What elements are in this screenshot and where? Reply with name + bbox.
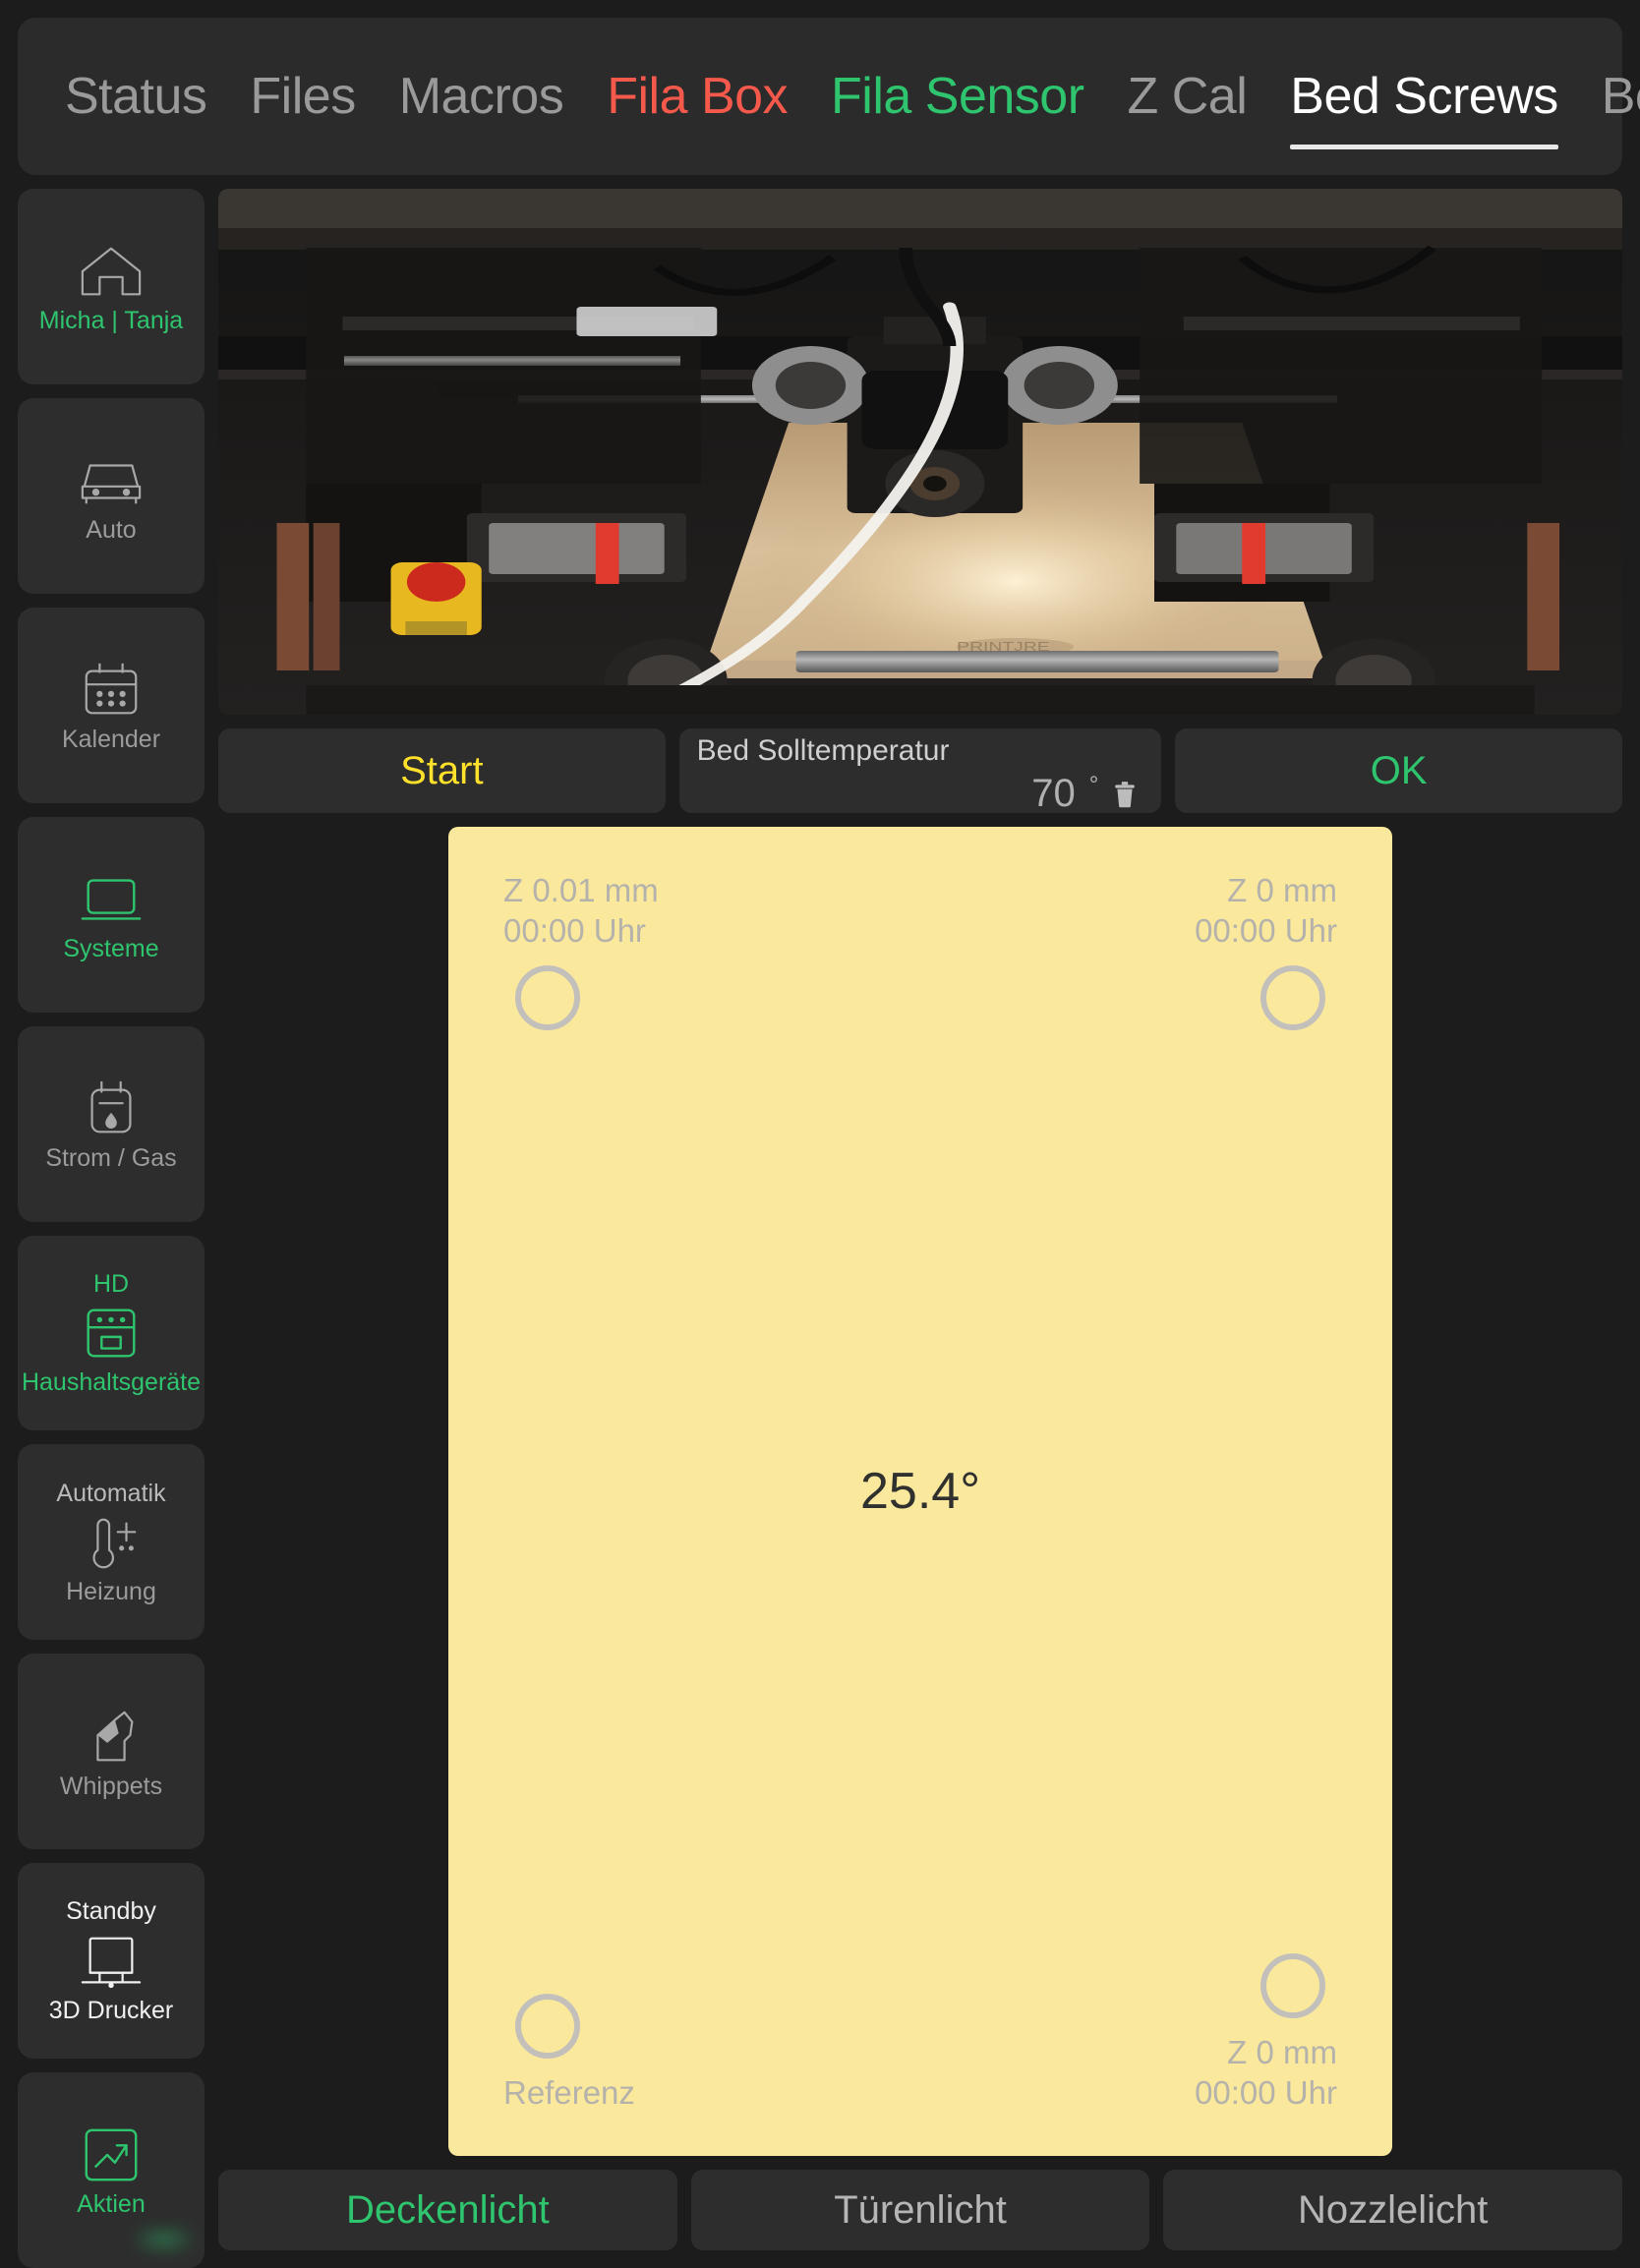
tab-fila-sensor[interactable]: Fila Sensor [809, 71, 1106, 122]
sidebar: Micha | Tanja Auto Kalender Systeme Stro… [18, 189, 205, 2268]
sidebar-label-heizung: Heizung [66, 1577, 156, 1605]
bed-screw-bottom-left-z: Referenz [503, 2073, 635, 2111]
tab-bed-mesh[interactable]: Bed Mesh [1580, 71, 1640, 122]
tab-macros[interactable]: Macros [378, 71, 585, 122]
bed-screws-pad[interactable]: Z 0.01 mm 00:00 Uhr Z 0 mm 00:00 Uhr Ref… [448, 827, 1392, 2156]
home-icon [73, 239, 149, 304]
bed-screws-pad-wrapper: Z 0.01 mm 00:00 Uhr Z 0 mm 00:00 Uhr Ref… [218, 827, 1622, 2156]
tab-fila-box[interactable]: Fila Box [585, 71, 809, 122]
redacted-overlay [134, 2225, 195, 2255]
car-icon [73, 448, 149, 513]
bed-screw-bottom-right-time: 00:00 Uhr [1195, 2073, 1337, 2111]
sidebar-item-strom-gas[interactable]: Strom / Gas [18, 1025, 205, 1222]
sidebar-top-haushaltsgeraete: HD [92, 1269, 130, 1298]
camera-image: PRINTJRE [218, 189, 1622, 715]
sidebar-item-whippets[interactable]: Whippets [18, 1654, 205, 1850]
bed-screw-circle-bottom-left[interactable] [515, 1993, 580, 2059]
tab-bar: Status Files Macros Fila Box Fila Sensor… [18, 18, 1640, 175]
tab-status[interactable]: Status [43, 71, 228, 122]
bed-current-temperature: 25.4° [859, 1463, 980, 1520]
main-content: PRINTJRE Start Bed Solltemperatur 70 ° O… [218, 189, 1623, 2268]
bed-screw-bottom-right-z: Z 0 mm [1227, 2033, 1337, 2070]
sidebar-label-strom-gas: Strom / Gas [45, 1143, 177, 1172]
sidebar-label-kalender: Kalender [61, 726, 161, 754]
sidebar-label-3d-drucker: 3D Drucker [48, 1996, 174, 2024]
sidebar-label-haushaltsgeraete: Haushaltsgeräte [21, 1367, 202, 1396]
laptop-icon [73, 867, 149, 932]
printer-camera-feed[interactable]: PRINTJRE [218, 189, 1622, 715]
start-button[interactable]: Start [218, 728, 666, 813]
sidebar-label-auto: Auto [86, 516, 137, 545]
body: Micha | Tanja Auto Kalender Systeme Stro… [18, 175, 1623, 2268]
light-button-row: Deckenlicht Türenlicht Nozzlelicht [218, 2170, 1623, 2250]
door-light-button[interactable]: Türenlicht [690, 2170, 1150, 2250]
thermostat-icon [73, 1510, 149, 1575]
bed-target-temperature-label: Bed Solltemperatur [696, 734, 950, 767]
calendar-icon [73, 658, 149, 723]
ok-button[interactable]: OK [1175, 728, 1623, 813]
tab-bed-screws[interactable]: Bed Screws [1268, 71, 1579, 149]
bed-screw-circle-top-left[interactable] [515, 964, 580, 1030]
bed-screw-top-left[interactable]: Z 0.01 mm 00:00 Uhr [503, 870, 920, 1491]
sidebar-label-micha-tanja: Micha | Tanja [38, 307, 184, 335]
bed-screw-circle-bottom-right[interactable] [1260, 1952, 1325, 2018]
bed-target-temperature-value: 70 [1031, 772, 1076, 815]
meter-icon [73, 1076, 149, 1141]
sidebar-item-systeme[interactable]: Systeme [18, 816, 205, 1013]
bed-target-temperature-field[interactable]: Bed Solltemperatur 70 ° [678, 728, 1162, 813]
sidebar-item-auto[interactable]: Auto [18, 397, 205, 594]
bed-screw-bottom-left[interactable]: Referenz [503, 1491, 920, 2113]
oven-icon [73, 1301, 149, 1366]
tab-z-cal[interactable]: Z Cal [1106, 71, 1269, 122]
tab-files[interactable]: Files [228, 71, 377, 122]
trash-icon[interactable] [1112, 778, 1138, 809]
bed-screw-bottom-right[interactable]: Z 0 mm 00:00 Uhr [920, 1491, 1337, 2113]
bed-screw-top-right-time: 00:00 Uhr [1195, 912, 1337, 950]
trend-icon [73, 2123, 149, 2187]
bed-control-row: Start Bed Solltemperatur 70 ° OK [218, 728, 1623, 813]
sidebar-label-aktien: Aktien [77, 2190, 146, 2219]
bed-screw-top-right-z: Z 0 mm [1227, 872, 1337, 908]
sidebar-label-systeme: Systeme [63, 935, 159, 963]
app-root: Status Files Macros Fila Box Fila Sensor… [0, 0, 1640, 2268]
sidebar-item-3d-drucker[interactable]: Standby 3D Drucker [18, 1863, 205, 2060]
sidebar-top-heizung: Automatik [56, 1479, 166, 1507]
sidebar-item-micha-tanja[interactable]: Micha | Tanja [18, 189, 205, 384]
sidebar-item-haushaltsgeraete[interactable]: HD Haushaltsgeräte [18, 1235, 205, 1431]
printer-icon [73, 1929, 149, 1988]
sidebar-item-kalender[interactable]: Kalender [18, 607, 205, 803]
bed-screw-top-left-time: 00:00 Uhr [503, 912, 646, 950]
ceiling-light-button[interactable]: Deckenlicht [218, 2170, 677, 2250]
sidebar-item-aktien[interactable]: Aktien [18, 2072, 205, 2268]
bed-screw-circle-top-right[interactable] [1260, 964, 1325, 1030]
dog-icon [73, 1705, 149, 1770]
sidebar-item-heizung[interactable]: Automatik Heizung [18, 1444, 205, 1641]
bed-target-temperature-value-row: 70 ° [697, 774, 1144, 813]
bed-screw-top-right[interactable]: Z 0 mm 00:00 Uhr [920, 870, 1337, 1491]
sidebar-top-3d-drucker: Standby [66, 1897, 156, 1926]
sidebar-label-whippets: Whippets [59, 1772, 163, 1800]
nozzle-light-button[interactable]: Nozzlelicht [1163, 2170, 1623, 2250]
bed-target-temperature-unit: ° [1088, 772, 1099, 798]
bed-screw-top-left-z: Z 0.01 mm [503, 872, 659, 908]
